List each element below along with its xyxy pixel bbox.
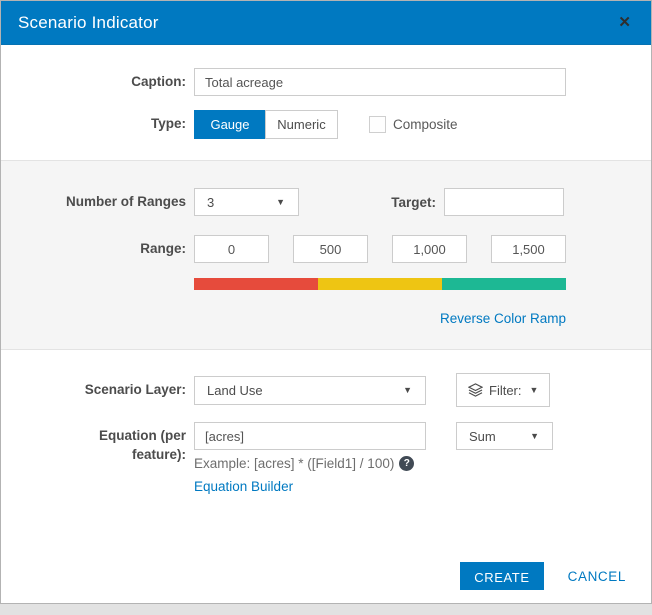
chevron-down-icon: ▼ [529, 385, 539, 395]
equation-label: Equation (per feature): [99, 428, 186, 462]
number-of-ranges-value: 3 [207, 194, 215, 210]
filter-button[interactable]: Filter: ▼ [456, 373, 551, 407]
ramp-segment-yellow [318, 278, 442, 290]
type-option-gauge[interactable]: Gauge [194, 110, 265, 139]
ranges-section: Number of Ranges 3 ▼ Target: Range: 0 50… [1, 160, 651, 350]
composite-option[interactable]: Composite [369, 116, 458, 133]
target-group: Target: [391, 188, 564, 216]
type-toggle: Gauge Numeric [194, 110, 338, 139]
range-input-2[interactable] [293, 235, 368, 263]
aggregation-value: Sum [469, 428, 496, 444]
dialog-title: Scenario Indicator [18, 12, 159, 32]
number-of-ranges-label: Number of Ranges [65, 193, 186, 209]
scenario-layer-label: Scenario Layer: [84, 381, 186, 397]
bottom-section: Scenario Layer: Land Use ▼ Filter: ▼ Equ… [1, 350, 651, 496]
ramp-segment-green [442, 278, 566, 290]
target-label: Target: [391, 194, 436, 210]
color-ramp [194, 278, 566, 290]
top-section: Caption: Type: Gauge Numeric Composite [1, 45, 651, 139]
number-of-ranges-select[interactable]: 3 ▼ [194, 188, 299, 216]
scenario-layer-value: Land Use [207, 382, 263, 398]
scenario-indicator-dialog: Scenario Indicator ✕ Caption: Type: Gaug… [0, 0, 652, 604]
dialog-footer: CREATE CANCEL [1, 562, 651, 603]
chevron-down-icon: ▼ [403, 385, 412, 395]
scenario-layer-select[interactable]: Land Use ▼ [194, 375, 426, 405]
close-icon[interactable]: ✕ [614, 11, 635, 34]
filter-label: Filter: [489, 382, 522, 398]
reverse-color-ramp-link[interactable]: Reverse Color Ramp [440, 311, 566, 326]
aggregation-select[interactable]: Sum ▼ [456, 422, 553, 450]
range-input-1[interactable] [194, 235, 269, 263]
equation-builder-link[interactable]: Equation Builder [194, 479, 293, 494]
cancel-button[interactable]: CANCEL [568, 569, 626, 584]
range-label: Range: [140, 240, 186, 256]
composite-label: Composite [393, 117, 458, 132]
caption-input[interactable] [194, 68, 566, 96]
range-input-4[interactable] [491, 235, 566, 263]
range-row: Range: [1, 235, 651, 263]
ramp-segment-red [194, 278, 318, 290]
create-button[interactable]: CREATE [460, 562, 544, 590]
layers-icon [467, 383, 484, 397]
equation-input[interactable] [194, 422, 426, 450]
range-inputs [194, 235, 566, 263]
number-of-ranges-row: Number of Ranges 3 ▼ Target: [1, 188, 651, 216]
type-label: Type: [150, 116, 186, 132]
target-input[interactable] [444, 188, 564, 216]
dialog-header: Scenario Indicator ✕ [1, 1, 651, 45]
caption-label: Caption: [131, 73, 186, 89]
chevron-down-icon: ▼ [276, 197, 285, 207]
reverse-ramp-row: Reverse Color Ramp [1, 310, 651, 328]
help-icon[interactable]: ? [399, 456, 415, 471]
type-option-numeric[interactable]: Numeric [265, 110, 338, 139]
scenario-layer-row: Scenario Layer: Land Use ▼ Filter: ▼ [1, 373, 651, 407]
caption-row: Caption: [1, 68, 651, 96]
equation-example-text: Example: [acres] * ([Field1] / 100) [194, 456, 395, 471]
composite-checkbox[interactable] [369, 116, 386, 133]
color-ramp-row [1, 278, 651, 290]
type-row: Type: Gauge Numeric Composite [1, 110, 651, 139]
equation-row: Equation (per feature): Sum ▼ Example: [… [1, 422, 651, 496]
range-input-3[interactable] [392, 235, 467, 263]
chevron-down-icon: ▼ [530, 431, 539, 441]
